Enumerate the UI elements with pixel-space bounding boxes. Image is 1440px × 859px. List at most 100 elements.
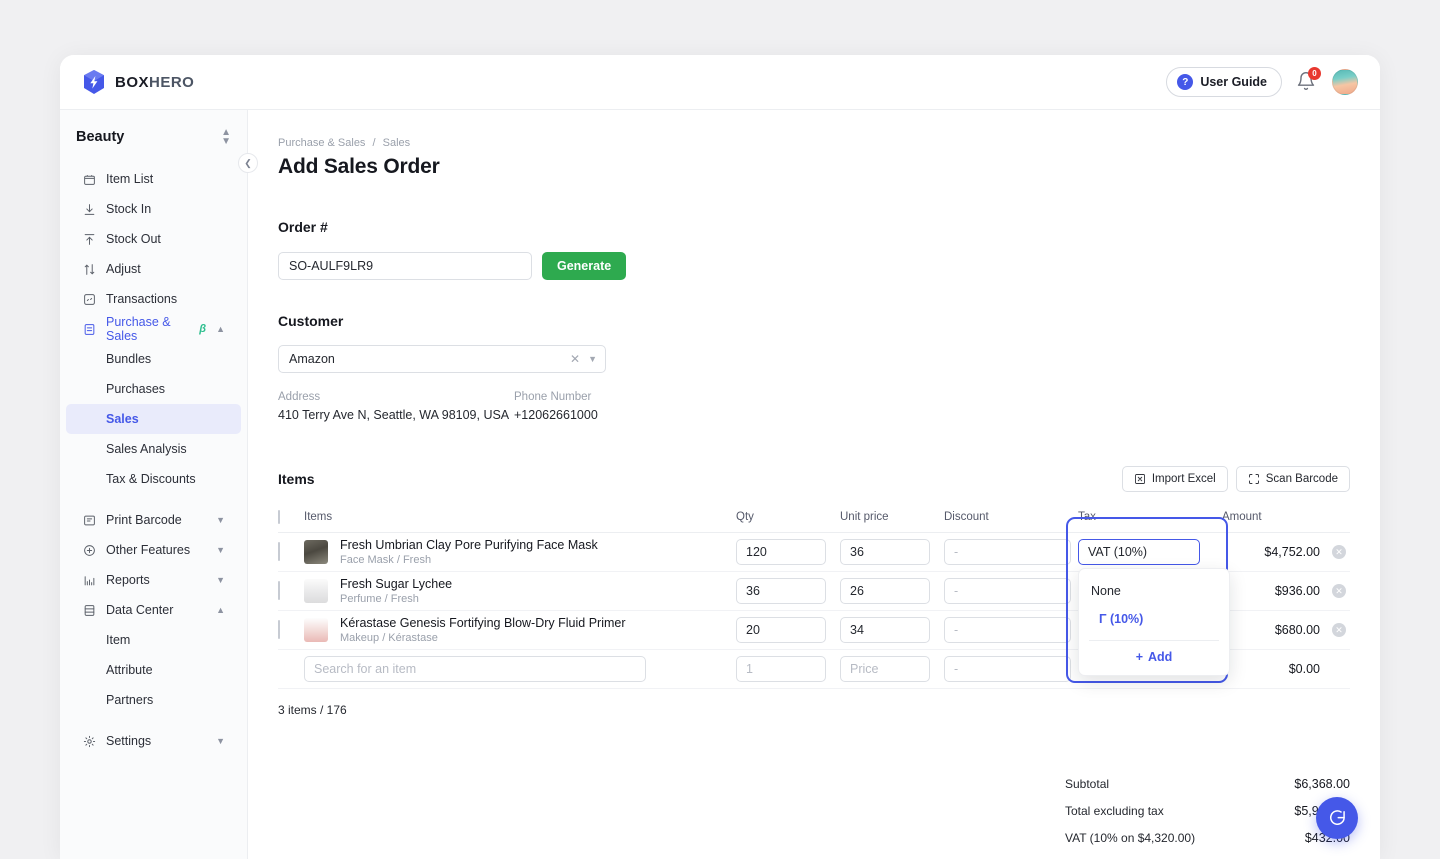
sidebar-item-purchase-and-sales[interactable]: Purchase & Sales β ▲ [66,314,241,344]
select-all-checkbox[interactable] [278,510,280,524]
scan-barcode-button[interactable]: Scan Barcode [1236,466,1350,492]
col-unit-price: Unit price [840,511,944,533]
new-discount-input[interactable] [944,656,1071,682]
address-label: Address [278,391,514,403]
menu-divider [1089,640,1219,641]
sidebar-item-stock-in[interactable]: Stock In [66,194,241,224]
generate-button[interactable]: Generate [542,252,626,280]
row-checkbox[interactable] [278,581,280,600]
sidebar-item-sales[interactable]: Sales [66,404,241,434]
item-thumbnail [304,579,328,603]
row-remove-cell: ✕ [1322,572,1350,611]
vat-label: VAT (10% on $4,320.00) [1065,831,1195,845]
discount-input[interactable] [944,578,1071,604]
breadcrumb-current[interactable]: Sales [383,137,411,149]
qty-input[interactable] [736,578,826,604]
item-name: Kérastase Genesis Fortifying Blow-Dry Fl… [340,616,626,630]
tax-option-none[interactable]: None [1079,577,1229,605]
tax-option-vat[interactable]: Γ (10%) [1079,605,1229,633]
discount-input[interactable] [944,539,1071,565]
discount-input[interactable] [944,617,1071,643]
unit-price-input[interactable] [840,578,930,604]
remove-row-icon[interactable]: ✕ [1332,584,1346,598]
sidebar-collapse-button[interactable]: ❮ [238,153,258,173]
sidebar-item-label: Settings [106,734,151,748]
tax-add-button[interactable]: + Add [1079,645,1229,669]
sidebar-item-reports[interactable]: Reports ▼ [66,565,241,595]
sidebar-item-label: Partners [106,693,153,707]
sidebar-item-purchases[interactable]: Purchases [66,374,241,404]
notification-badge: 0 [1308,67,1321,80]
avatar[interactable] [1332,69,1358,95]
remove-row-icon[interactable]: ✕ [1332,623,1346,637]
excluding-tax-label: Total excluding tax [1065,804,1164,818]
notifications-button[interactable]: 0 [1296,71,1318,93]
user-guide-button[interactable]: ? User Guide [1166,67,1282,97]
chevron-down-icon[interactable]: ▼ [588,354,597,364]
plus-icon: + [1136,650,1143,664]
sidebar-item-sales-analysis[interactable]: Sales Analysis [66,434,241,464]
sidebar-item-adjust[interactable]: Adjust [66,254,241,284]
items-table-body: Fresh Umbrian Clay Pore Purifying Face M… [278,533,1350,689]
tax-dropdown-menu: None Γ (10%) + Add [1078,568,1230,676]
row-discount-cell [944,572,1078,611]
arrows-updown-icon [82,262,96,276]
import-excel-button[interactable]: Import Excel [1122,466,1228,492]
new-price-input[interactable] [840,656,930,682]
items-table: Items Qty Unit price Discount Tax Amount [278,511,1350,689]
new-row-remove-cell [1322,650,1350,689]
customer-select[interactable]: Amazon ✕ ▼ [278,345,606,373]
row-checkbox[interactable] [278,620,280,639]
sidebar-item-label: Adjust [106,262,141,276]
search-input[interactable] [304,656,646,682]
chat-support-button[interactable] [1316,797,1358,839]
breadcrumb-separator: / [373,137,376,149]
unit-price-input[interactable] [840,617,930,643]
sidebar-item-print-barcode[interactable]: Print Barcode ▼ [66,505,241,535]
remove-row-icon[interactable]: ✕ [1332,545,1346,559]
updown-chevron-icon: ▲▼ [221,128,231,146]
top-bar-actions: ? User Guide 0 [1166,67,1358,97]
order-number-input[interactable] [278,252,532,280]
sidebar-item-label: Data Center [106,603,173,617]
chevron-down-icon: ▼ [216,515,225,525]
new-qty-input[interactable] [736,656,826,682]
sidebar-item-data-center[interactable]: Data Center ▲ [66,595,241,625]
sidebar-item-tax-and-discounts[interactable]: Tax & Discounts [66,464,241,494]
new-row-select-cell [278,650,304,689]
sidebar-item-label: Purchases [106,382,165,396]
sidebar-item-item[interactable]: Item [66,625,241,655]
sidebar-item-settings[interactable]: Settings ▼ [66,726,241,756]
row-select-cell [278,611,304,650]
brand-logo[interactable]: BOXHERO [82,69,194,95]
document-icon [82,322,96,336]
workspace-name: Beauty [76,129,124,145]
sidebar-item-item-list[interactable]: Item List [66,164,241,194]
row-price-cell [840,611,944,650]
sidebar-item-other-features[interactable]: Other Features ▼ [66,535,241,565]
row-checkbox[interactable] [278,542,280,561]
item-name: Fresh Umbrian Clay Pore Purifying Face M… [340,538,598,552]
sidebar-nav: Item List Stock In Stock Out Adjust [60,164,247,756]
clear-icon[interactable]: ✕ [562,352,588,366]
page-title: Add Sales Order [248,149,1380,179]
sidebar-item-label: Stock In [106,202,151,216]
sidebar-item-bundles[interactable]: Bundles [66,344,241,374]
sidebar-item-transactions[interactable]: Transactions [66,284,241,314]
barcode-icon [82,513,96,527]
row-amount: $4,752.00 [1222,545,1322,559]
sidebar-item-label: Bundles [106,352,151,366]
sidebar-item-partners[interactable]: Partners [66,685,241,715]
breadcrumb-parent[interactable]: Purchase & Sales [278,137,365,149]
items-header: Items Import Excel Scan Barcode [278,466,1350,492]
sidebar-item-stock-out[interactable]: Stock Out [66,224,241,254]
sidebar-item-attribute[interactable]: Attribute [66,655,241,685]
qty-input[interactable] [736,539,826,565]
workspace-switcher[interactable]: Beauty ▲▼ [60,118,247,156]
tax-input[interactable] [1078,539,1200,565]
new-row-search-cell [304,650,736,689]
unit-price-input[interactable] [840,539,930,565]
row-price-cell [840,533,944,572]
qty-input[interactable] [736,617,826,643]
sidebar-item-label: Transactions [106,292,177,306]
